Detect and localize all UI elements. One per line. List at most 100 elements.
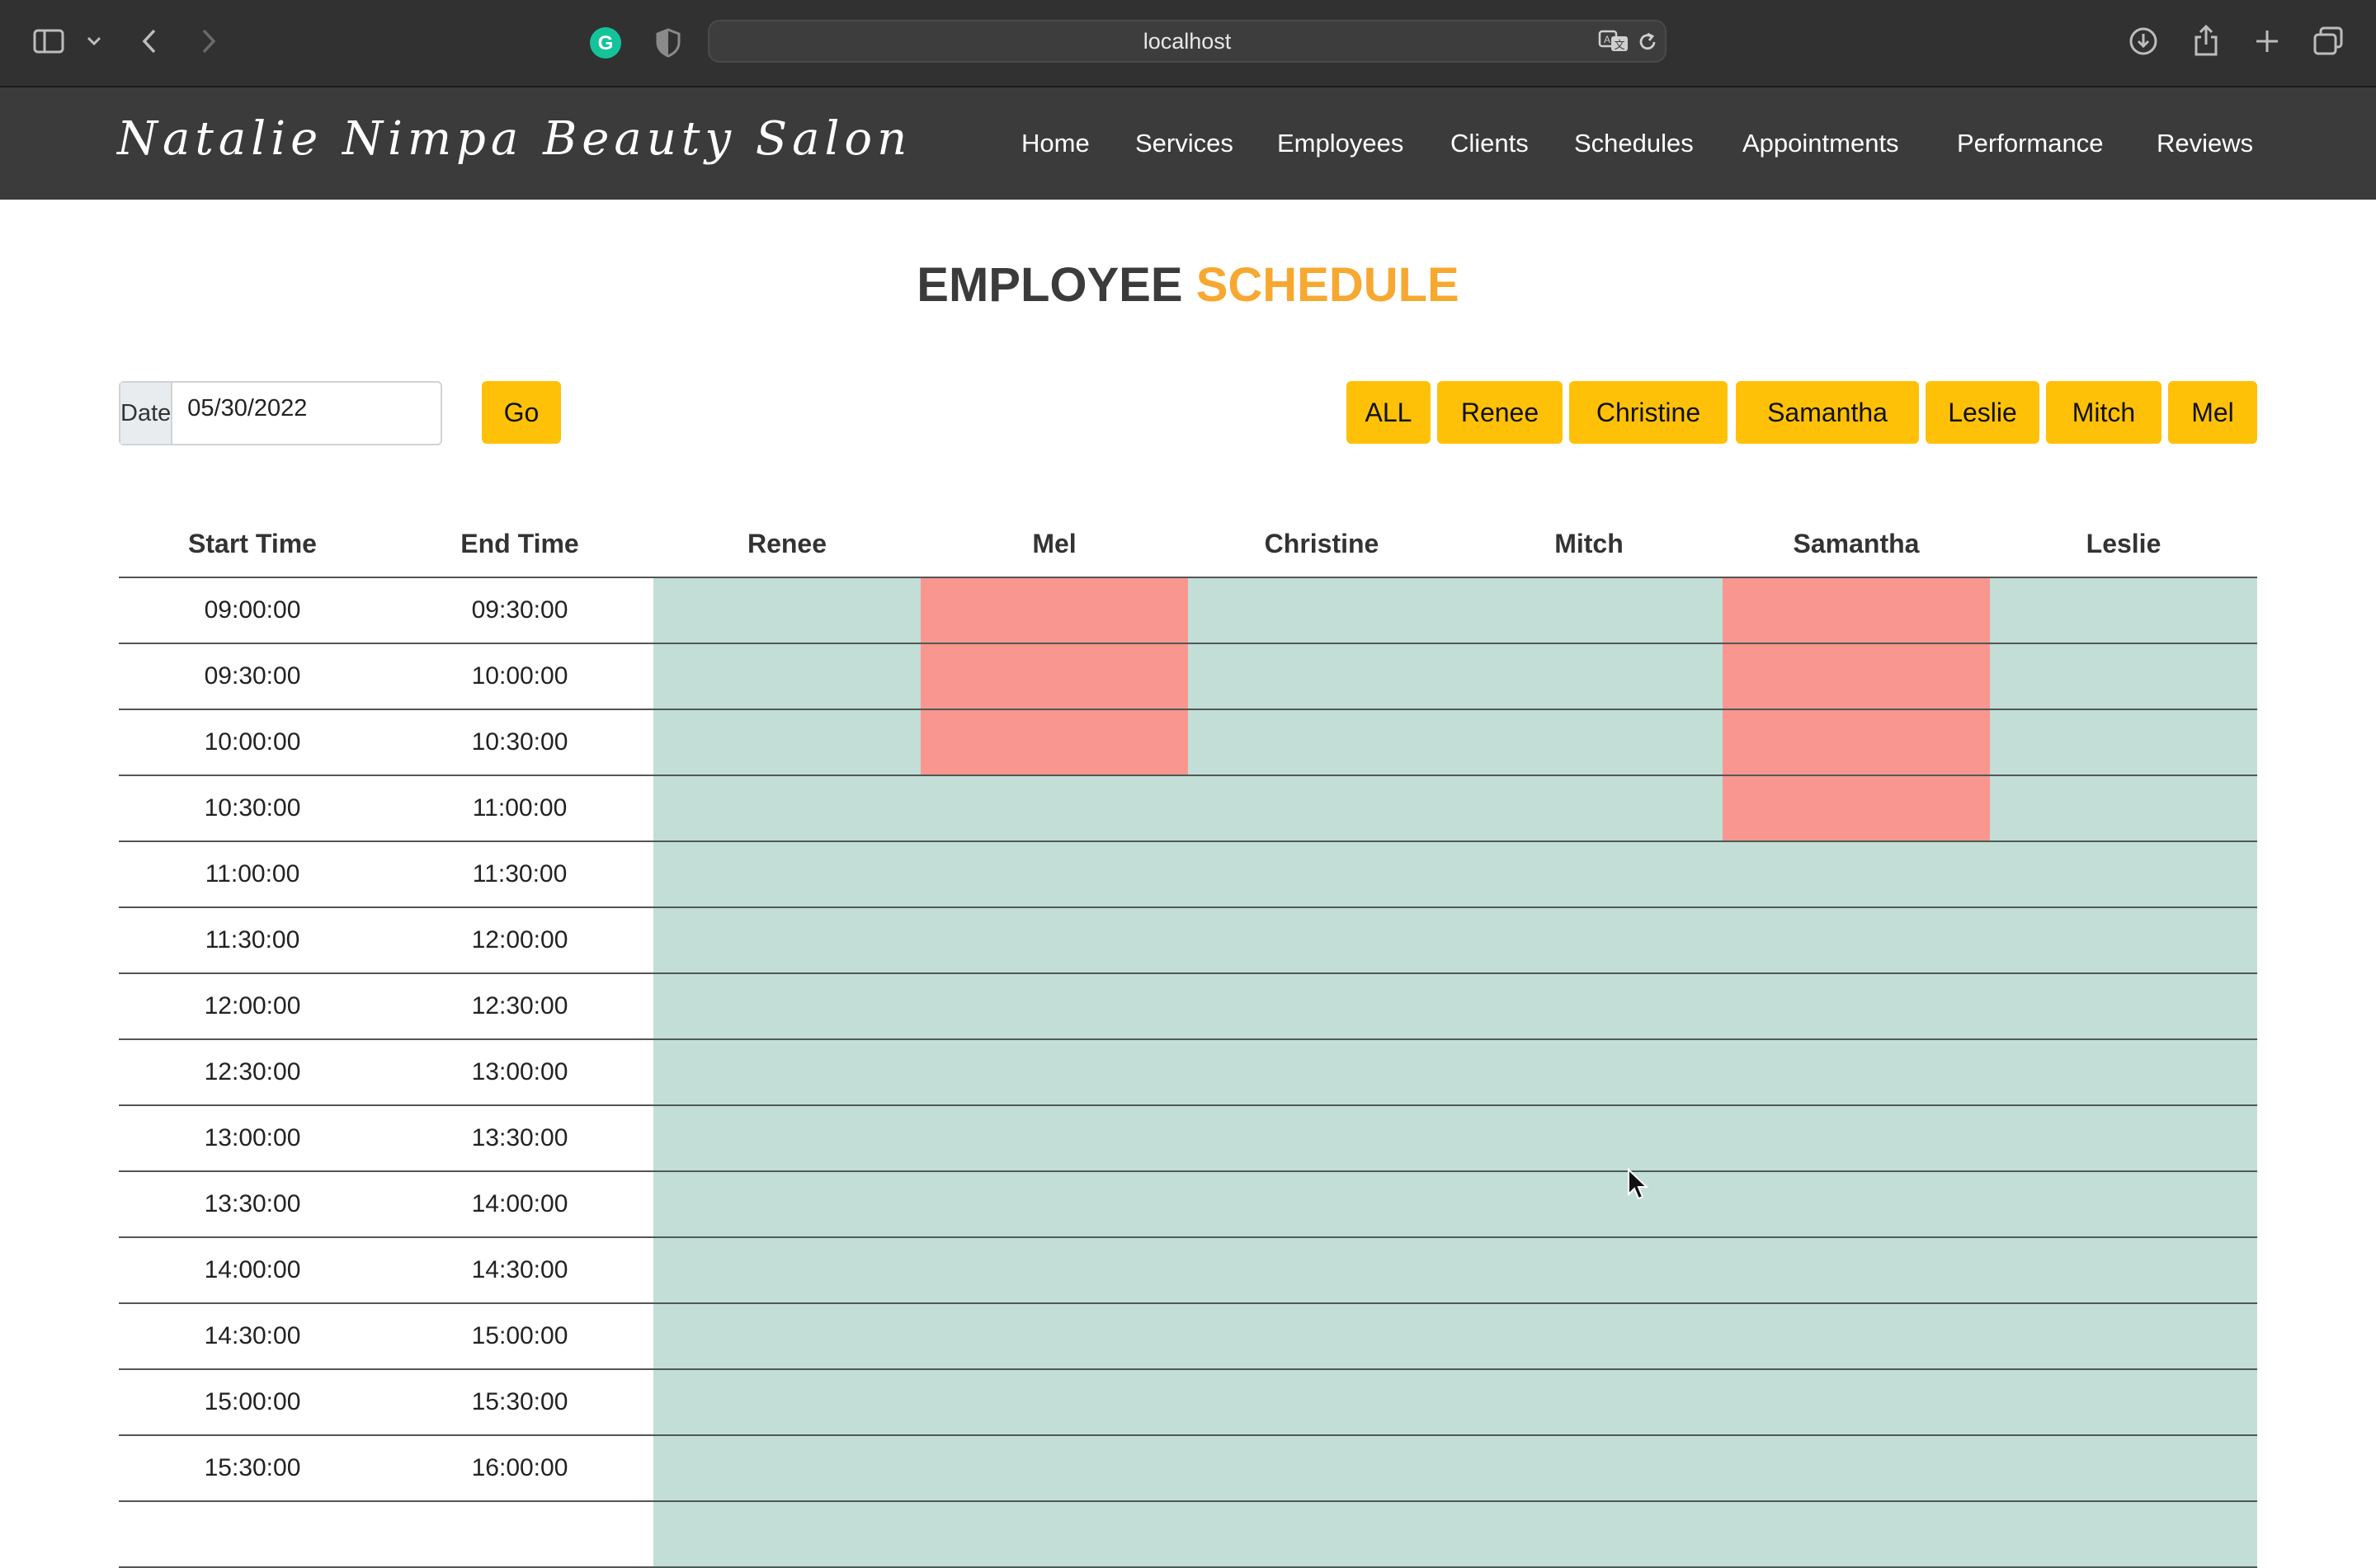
- nav-clients[interactable]: Clients: [1450, 129, 1529, 158]
- slot-available[interactable]: [1990, 1501, 2257, 1568]
- slot-available[interactable]: [1723, 1039, 1990, 1106]
- slot-available[interactable]: [1188, 1369, 1455, 1436]
- slot-available[interactable]: [653, 709, 921, 776]
- slot-available[interactable]: [1455, 1501, 1723, 1568]
- slot-available[interactable]: [1723, 1303, 1990, 1370]
- slot-available[interactable]: [653, 1303, 921, 1370]
- slot-available[interactable]: [1455, 709, 1723, 776]
- slot-available[interactable]: [1455, 577, 1723, 644]
- go-button[interactable]: Go: [482, 381, 561, 444]
- slot-booked[interactable]: [921, 577, 1188, 644]
- filter-leslie-button[interactable]: Leslie: [1926, 381, 2039, 444]
- slot-available[interactable]: [1188, 1501, 1455, 1568]
- filter-mel-button[interactable]: Mel: [2168, 381, 2257, 444]
- slot-available[interactable]: [1990, 1039, 2257, 1106]
- filter-mitch-button[interactable]: Mitch: [2046, 381, 2162, 444]
- slot-available[interactable]: [1723, 1501, 1990, 1568]
- nav-schedules[interactable]: Schedules: [1574, 129, 1694, 158]
- slot-available[interactable]: [653, 643, 921, 710]
- forward-icon[interactable]: [196, 26, 221, 56]
- nav-services[interactable]: Services: [1135, 129, 1233, 158]
- slot-available[interactable]: [1455, 775, 1723, 842]
- slot-available[interactable]: [653, 1039, 921, 1106]
- slot-booked[interactable]: [1723, 775, 1990, 842]
- slot-available[interactable]: [1723, 1171, 1990, 1238]
- slot-available[interactable]: [921, 1105, 1188, 1172]
- nav-employees[interactable]: Employees: [1277, 129, 1403, 158]
- slot-available[interactable]: [1990, 775, 2257, 842]
- tabs-overview-icon[interactable]: [2312, 25, 2345, 58]
- slot-available[interactable]: [1990, 1237, 2257, 1304]
- slot-available[interactable]: [1990, 643, 2257, 710]
- slot-booked[interactable]: [921, 709, 1188, 776]
- back-icon[interactable]: [137, 26, 162, 56]
- reload-icon[interactable]: [1635, 30, 1660, 54]
- slot-available[interactable]: [1455, 1369, 1723, 1436]
- slot-available[interactable]: [653, 841, 921, 908]
- slot-available[interactable]: [1990, 577, 2257, 644]
- slot-available[interactable]: [921, 1171, 1188, 1238]
- slot-available[interactable]: [653, 1237, 921, 1304]
- slot-available[interactable]: [1188, 1237, 1455, 1304]
- chevron-down-icon[interactable]: [84, 33, 104, 49]
- share-icon[interactable]: [2191, 23, 2221, 58]
- slot-available[interactable]: [921, 1303, 1188, 1370]
- slot-available[interactable]: [921, 1501, 1188, 1568]
- slot-available[interactable]: [1723, 841, 1990, 908]
- slot-available[interactable]: [1723, 973, 1990, 1040]
- slot-available[interactable]: [1723, 1105, 1990, 1172]
- slot-available[interactable]: [1990, 1369, 2257, 1436]
- slot-available[interactable]: [921, 1237, 1188, 1304]
- shield-icon[interactable]: [653, 26, 683, 59]
- slot-available[interactable]: [1990, 1105, 2257, 1172]
- slot-available[interactable]: [653, 577, 921, 644]
- slot-available[interactable]: [1455, 907, 1723, 974]
- new-tab-icon[interactable]: [2252, 26, 2282, 56]
- slot-available[interactable]: [1990, 1171, 2257, 1238]
- slot-available[interactable]: [1455, 973, 1723, 1040]
- filter-christine-button[interactable]: Christine: [1569, 381, 1728, 444]
- slot-available[interactable]: [1188, 577, 1455, 644]
- slot-available[interactable]: [653, 1171, 921, 1238]
- nav-home[interactable]: Home: [1021, 129, 1090, 158]
- filter-samantha-button[interactable]: Samantha: [1736, 381, 1919, 444]
- slot-available[interactable]: [653, 775, 921, 842]
- slot-booked[interactable]: [921, 643, 1188, 710]
- sidebar-icon[interactable]: [31, 26, 68, 56]
- slot-booked[interactable]: [1723, 709, 1990, 776]
- address-bar[interactable]: localhost 文A: [708, 20, 1666, 63]
- slot-available[interactable]: [1188, 775, 1455, 842]
- filter-renee-button[interactable]: Renee: [1437, 381, 1563, 444]
- download-icon[interactable]: [2127, 25, 2160, 58]
- slot-available[interactable]: [653, 1501, 921, 1568]
- slot-available[interactable]: [1188, 1303, 1455, 1370]
- slot-available[interactable]: [653, 907, 921, 974]
- slot-available[interactable]: [1188, 1039, 1455, 1106]
- slot-available[interactable]: [921, 1435, 1188, 1502]
- slot-available[interactable]: [1455, 1039, 1723, 1106]
- slot-available[interactable]: [1455, 1435, 1723, 1502]
- slot-available[interactable]: [1723, 1435, 1990, 1502]
- slot-available[interactable]: [653, 1105, 921, 1172]
- slot-available[interactable]: [1188, 1435, 1455, 1502]
- nav-appointments[interactable]: Appointments: [1742, 129, 1899, 158]
- grammarly-icon[interactable]: G: [589, 26, 622, 59]
- slot-available[interactable]: [1188, 841, 1455, 908]
- slot-available[interactable]: [653, 1369, 921, 1436]
- slot-available[interactable]: [1990, 1303, 2257, 1370]
- slot-available[interactable]: [1188, 643, 1455, 710]
- slot-available[interactable]: [1188, 1171, 1455, 1238]
- slot-available[interactable]: [1455, 643, 1723, 710]
- slot-available[interactable]: [1188, 709, 1455, 776]
- slot-available[interactable]: [653, 973, 921, 1040]
- slot-available[interactable]: [1188, 1105, 1455, 1172]
- slot-available[interactable]: [921, 907, 1188, 974]
- slot-booked[interactable]: [1723, 577, 1990, 644]
- slot-available[interactable]: [1990, 709, 2257, 776]
- slot-available[interactable]: [1455, 841, 1723, 908]
- slot-available[interactable]: [1990, 907, 2257, 974]
- slot-available[interactable]: [1188, 907, 1455, 974]
- slot-available[interactable]: [653, 1435, 921, 1502]
- slot-available[interactable]: [921, 1369, 1188, 1436]
- slot-available[interactable]: [1188, 973, 1455, 1040]
